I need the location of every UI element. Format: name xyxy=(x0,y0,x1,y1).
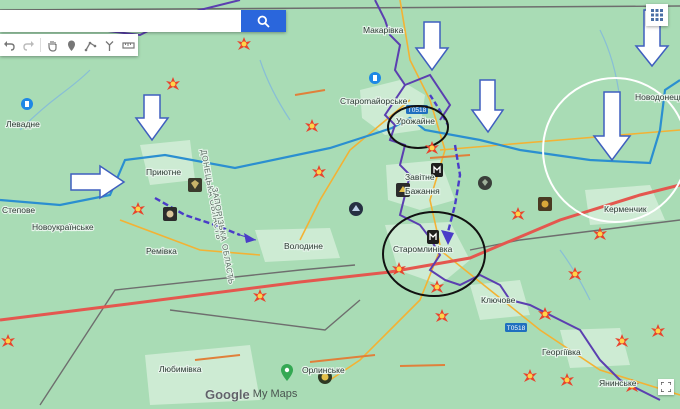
search-bar xyxy=(0,10,286,32)
place-label: Новоукраїнське xyxy=(32,222,94,232)
map-canvas[interactable]: Т0518 Т0518 ДОНЕЦЬКА ОБЛАСТЬ ЗАПОРІЗЬКА … xyxy=(0,0,680,409)
unit-insignia-icon xyxy=(349,202,363,216)
marker-icon xyxy=(68,40,75,51)
place-label: Степове xyxy=(2,205,35,215)
google-logo: Google xyxy=(205,386,250,402)
place-label: Приютне xyxy=(146,167,181,177)
place-label: Володине xyxy=(284,241,323,251)
fullscreen-icon xyxy=(661,382,671,392)
ruler-icon xyxy=(122,41,135,49)
unit-insignia-icon xyxy=(188,178,202,192)
fullscreen-button[interactable] xyxy=(658,379,674,395)
landmark-pin-icon xyxy=(369,72,381,84)
line-icon xyxy=(84,41,97,51)
map-toolbar xyxy=(0,34,138,56)
place-label: Георгіївка xyxy=(542,347,581,357)
place-label: Левадне xyxy=(6,119,40,129)
search-icon xyxy=(257,15,270,28)
place-label: Ремівка xyxy=(146,246,177,256)
my-maps-label: My Maps xyxy=(252,388,298,400)
place-label: Староmайорське xyxy=(340,96,408,106)
place-label: Керменчик xyxy=(604,204,647,214)
place-label: Новодонецьке xyxy=(635,92,680,102)
place-label: Орлинське xyxy=(302,365,345,375)
landmark-pin-icon xyxy=(21,98,33,110)
hand-icon xyxy=(48,40,57,52)
undo-icon xyxy=(4,40,15,51)
undo-button[interactable] xyxy=(0,34,19,56)
place-label: Завітне xyxy=(405,172,435,182)
add-marker-button[interactable] xyxy=(62,34,81,56)
directions-button[interactable] xyxy=(100,34,119,56)
unit-insignia-icon xyxy=(538,197,552,211)
search-input[interactable] xyxy=(0,10,241,32)
search-button[interactable] xyxy=(241,10,286,32)
place-label: Урожайне xyxy=(396,116,435,126)
svg-text:Т0518: Т0518 xyxy=(408,107,427,114)
place-label: Бажання xyxy=(405,186,440,196)
place-label: Янинське xyxy=(599,378,637,388)
hq-icon xyxy=(427,230,439,244)
measure-button[interactable] xyxy=(119,34,138,56)
grid-icon xyxy=(651,9,663,21)
map-attribution: Google My Maps xyxy=(205,386,298,402)
pan-tool-button[interactable] xyxy=(43,34,62,56)
redo-button[interactable] xyxy=(19,34,38,56)
place-label: Любимівка xyxy=(159,364,202,374)
unit-insignia-icon xyxy=(163,207,177,221)
draw-line-button[interactable] xyxy=(81,34,100,56)
place-label: Старомлинівка xyxy=(393,244,453,254)
place-label: Ключове xyxy=(481,295,516,305)
toolbar-divider xyxy=(40,38,41,52)
route-icon xyxy=(105,40,114,51)
svg-text:Т0518: Т0518 xyxy=(507,325,526,332)
place-label: Макарівка xyxy=(363,25,404,35)
redo-icon xyxy=(23,40,34,51)
layers-button[interactable] xyxy=(646,4,668,26)
unit-insignia-icon xyxy=(478,176,492,190)
